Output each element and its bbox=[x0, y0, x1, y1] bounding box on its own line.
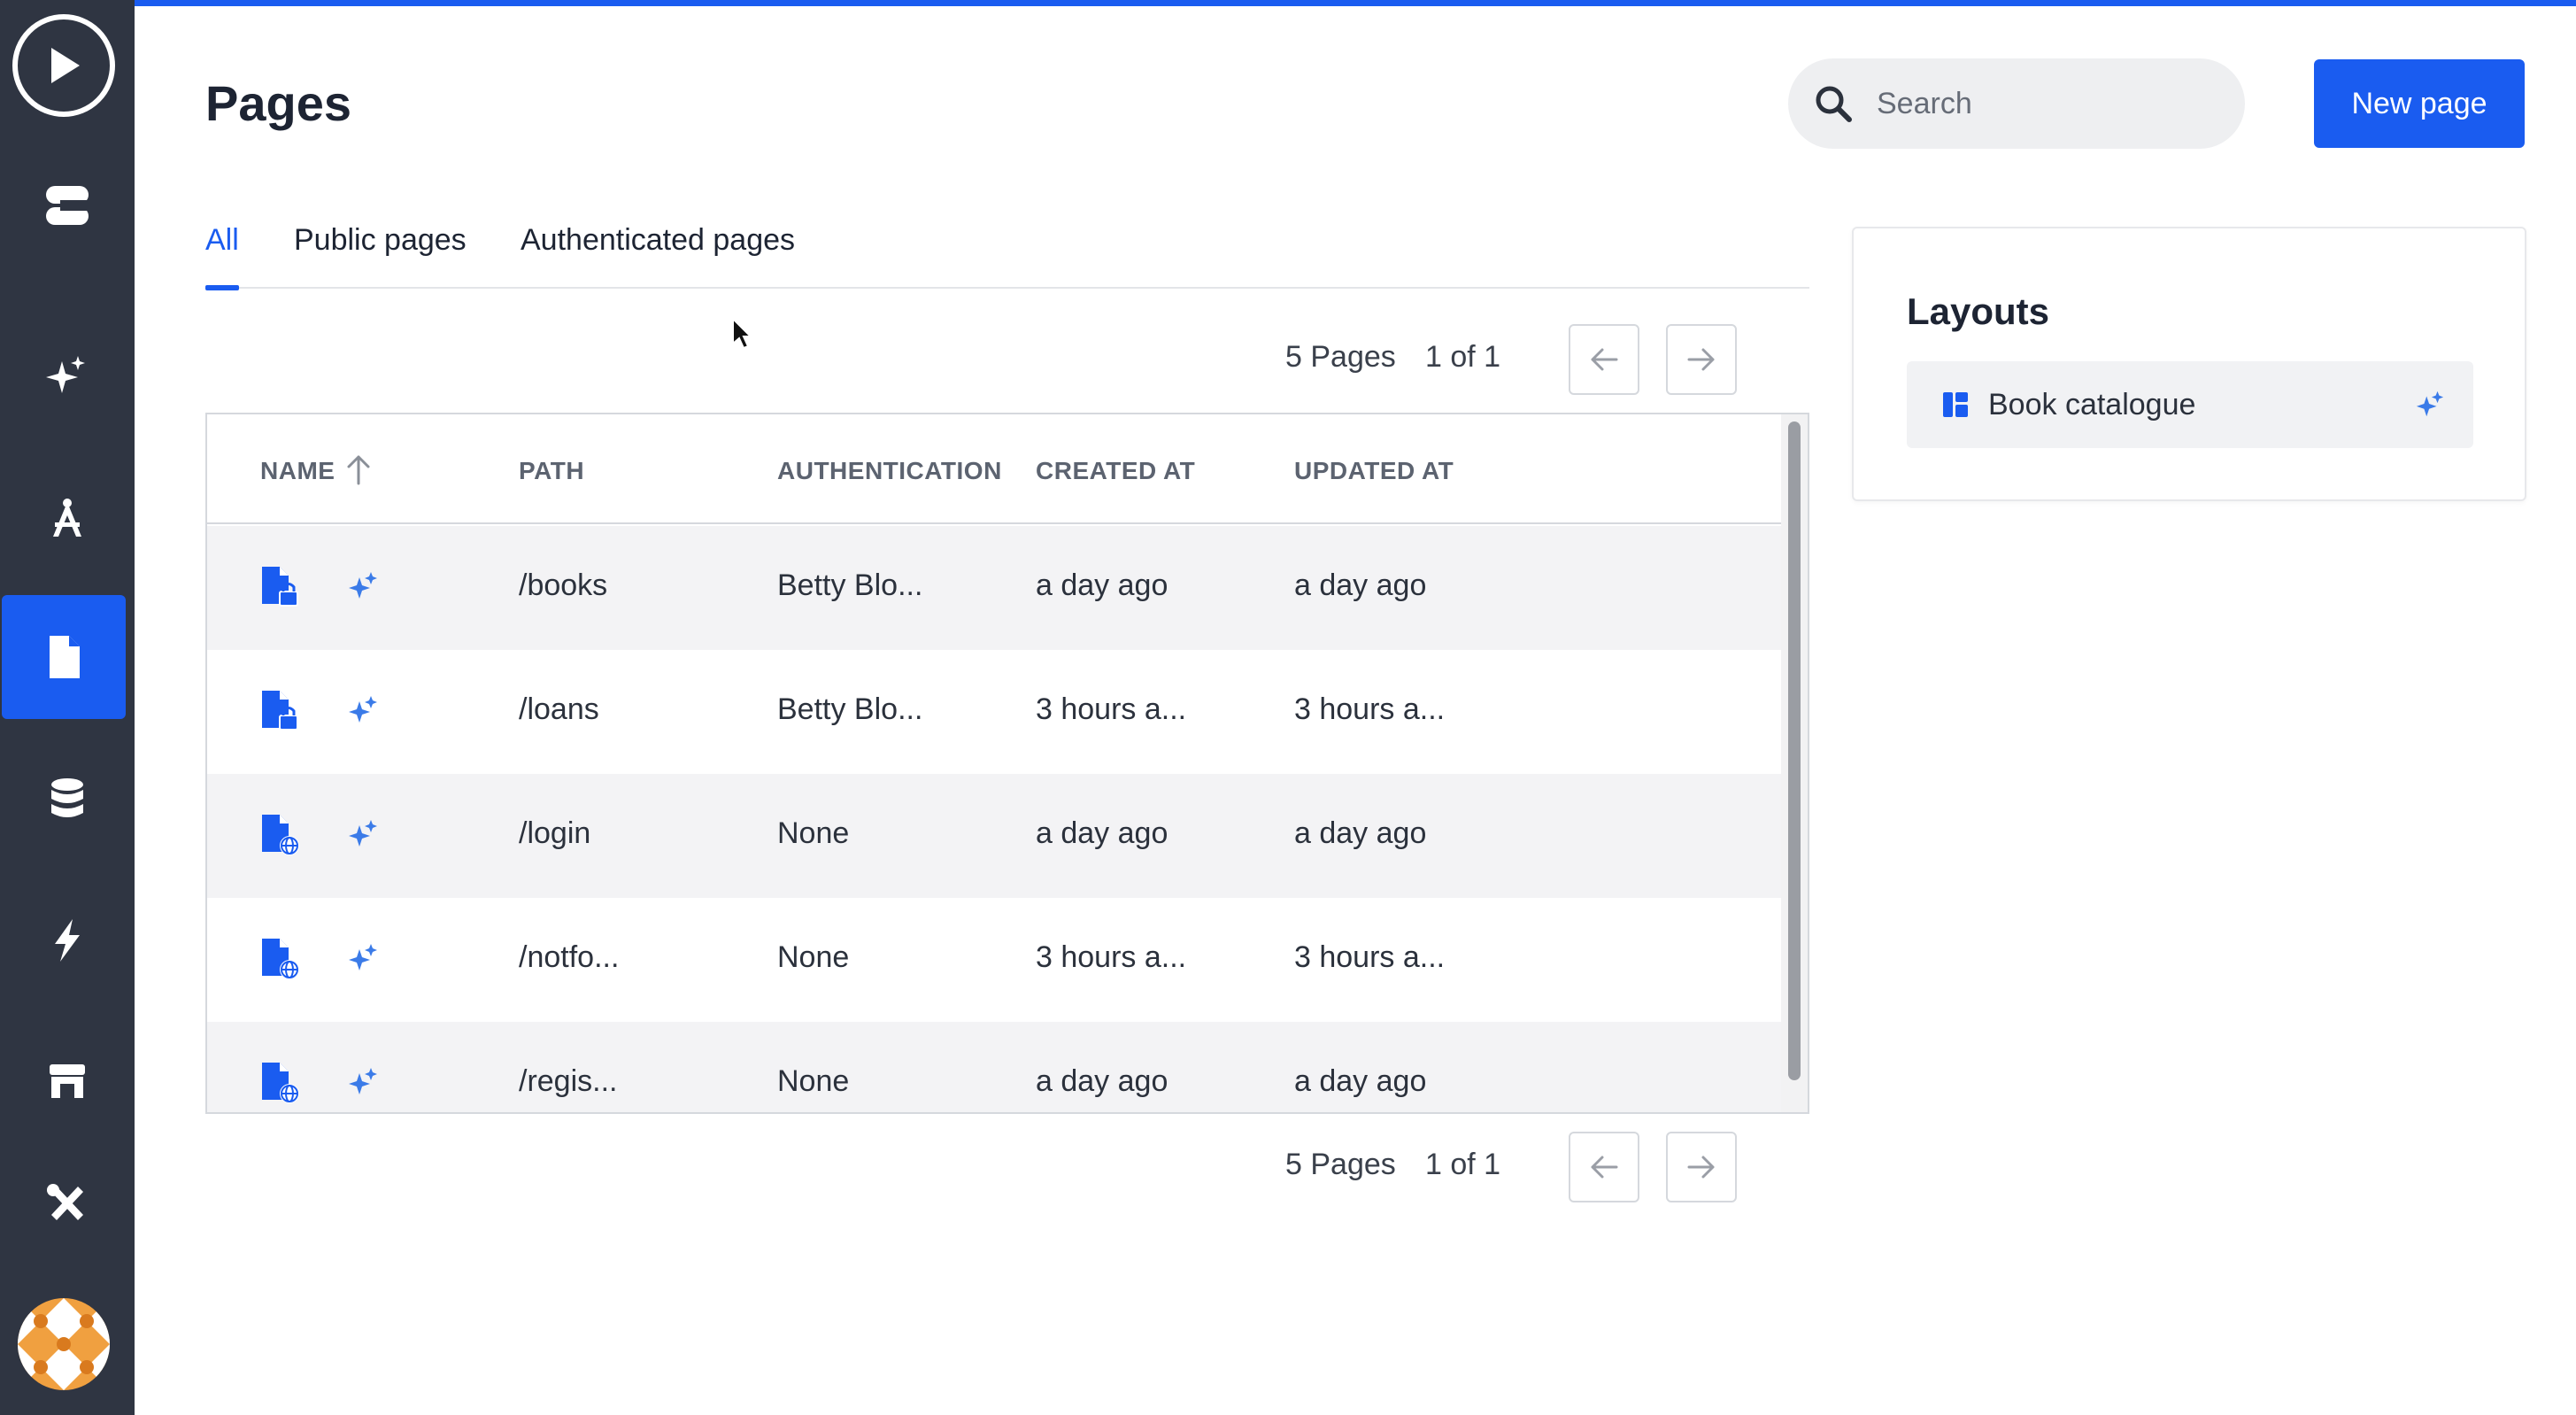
page-lock-icon bbox=[262, 567, 298, 607]
table-row[interactable]: /loans Betty Blo... 3 hours a... 3 hours… bbox=[207, 650, 1781, 774]
sidebar-item-ai[interactable] bbox=[0, 313, 135, 437]
pager-bottom: 5 Pages 1 of 1 bbox=[1285, 1132, 1737, 1202]
pages-table: NAME PATH AUTHENTICATION CREATED AT UPDA… bbox=[205, 413, 1809, 1114]
cell-authentication: None bbox=[777, 1064, 850, 1098]
user-avatar-icon bbox=[18, 1298, 110, 1390]
cell-path: /login bbox=[519, 816, 591, 850]
arrow-left-icon bbox=[1591, 348, 1618, 371]
cell-created-at: a day ago bbox=[1036, 1064, 1168, 1098]
tools-icon bbox=[47, 1184, 83, 1220]
arrow-right-icon bbox=[1687, 348, 1715, 371]
cell-path: /notfo... bbox=[519, 940, 620, 974]
page-globe-icon bbox=[262, 815, 299, 855]
play-icon bbox=[51, 48, 80, 83]
sidebar-item-design[interactable] bbox=[0, 455, 135, 579]
sidebar-item-store[interactable] bbox=[0, 1020, 135, 1144]
sidebar bbox=[0, 0, 135, 1415]
avatar[interactable] bbox=[18, 1298, 110, 1390]
page-position: 1 of 1 bbox=[1425, 340, 1501, 374]
sparkle-icon[interactable] bbox=[347, 570, 379, 602]
sidebar-item-actions[interactable] bbox=[0, 878, 135, 1002]
store-icon bbox=[50, 1064, 85, 1098]
cell-created-at: a day ago bbox=[1036, 568, 1168, 602]
table-row[interactable]: /login None a day ago a day ago bbox=[207, 774, 1781, 898]
sidebar-item-pages[interactable] bbox=[2, 595, 126, 719]
previous-page-button[interactable] bbox=[1569, 1132, 1639, 1202]
column-header-authentication[interactable]: AUTHENTICATION bbox=[777, 457, 1002, 485]
layouts-title: Layouts bbox=[1907, 290, 2050, 332]
cell-authentication: Betty Blo... bbox=[777, 692, 923, 726]
sort-ascending-icon[interactable] bbox=[345, 453, 372, 485]
new-page-button[interactable]: New page bbox=[2314, 59, 2525, 148]
cell-updated-at: a day ago bbox=[1294, 816, 1427, 850]
sparkle-icon[interactable] bbox=[2415, 390, 2445, 420]
cell-created-at: a day ago bbox=[1036, 816, 1168, 850]
sidebar-item-tools[interactable] bbox=[0, 1142, 135, 1266]
cell-authentication: None bbox=[777, 940, 850, 974]
search-icon bbox=[1816, 86, 1852, 122]
tab-public-pages[interactable]: Public pages bbox=[294, 223, 467, 289]
cell-updated-at: 3 hours a... bbox=[1294, 940, 1446, 974]
search-box[interactable] bbox=[1788, 58, 2245, 149]
layouts-panel: Layouts Book catalogue bbox=[1852, 227, 2526, 501]
lightning-icon bbox=[55, 919, 80, 962]
scrollbar-thumb[interactable] bbox=[1788, 421, 1801, 1080]
cell-authentication: None bbox=[777, 816, 850, 850]
cell-updated-at: 3 hours a... bbox=[1294, 692, 1446, 726]
sparkle-icon[interactable] bbox=[347, 694, 379, 726]
next-page-button[interactable] bbox=[1666, 1132, 1737, 1202]
cell-created-at: 3 hours a... bbox=[1036, 692, 1187, 726]
column-header-path[interactable]: PATH bbox=[519, 457, 584, 485]
cell-updated-at: a day ago bbox=[1294, 568, 1427, 602]
arrow-left-icon bbox=[1591, 1156, 1618, 1179]
previous-page-button[interactable] bbox=[1569, 324, 1639, 395]
layout-item-label: Book catalogue bbox=[1988, 388, 2196, 421]
cell-path: /books bbox=[519, 568, 608, 602]
page-position: 1 of 1 bbox=[1425, 1148, 1501, 1181]
page-icon bbox=[50, 636, 80, 678]
compass-icon bbox=[53, 499, 81, 537]
cell-created-at: 3 hours a... bbox=[1036, 940, 1187, 974]
sidebar-item-app[interactable] bbox=[0, 143, 135, 267]
column-header-created-at[interactable]: CREATED AT bbox=[1036, 457, 1195, 485]
table-header: NAME PATH AUTHENTICATION CREATED AT UPDA… bbox=[207, 414, 1781, 524]
page-count: 5 Pages bbox=[1285, 340, 1396, 374]
layout-item-book-catalogue[interactable]: Book catalogue bbox=[1907, 361, 2473, 448]
table-row[interactable]: /notfo... None 3 hours a... 3 hours a... bbox=[207, 898, 1781, 1022]
page-filter-tabs: All Public pages Authenticated pages bbox=[205, 223, 1809, 290]
sparkle-icon bbox=[46, 356, 85, 393]
sparkle-icon[interactable] bbox=[347, 1066, 379, 1098]
cell-authentication: Betty Blo... bbox=[777, 568, 923, 602]
play-button[interactable] bbox=[12, 14, 115, 117]
cell-path: /regis... bbox=[519, 1064, 618, 1098]
sidebar-item-data[interactable] bbox=[0, 737, 135, 861]
tab-all[interactable]: All bbox=[205, 223, 239, 290]
arrow-right-icon bbox=[1687, 1156, 1715, 1179]
sparkle-icon[interactable] bbox=[347, 942, 379, 974]
page-globe-icon bbox=[262, 939, 299, 979]
table-row[interactable]: /regis... None a day ago a day ago bbox=[207, 1022, 1781, 1112]
page-count: 5 Pages bbox=[1285, 1148, 1396, 1181]
mouse-cursor-icon bbox=[732, 317, 752, 350]
sparkle-icon[interactable] bbox=[347, 818, 379, 850]
page-lock-icon bbox=[262, 691, 298, 731]
app-icon bbox=[46, 186, 89, 225]
top-accent-bar bbox=[135, 0, 2576, 6]
column-header-name[interactable]: NAME bbox=[260, 457, 335, 485]
table-row[interactable]: /books Betty Blo... a day ago a day ago bbox=[207, 526, 1781, 650]
tab-authenticated-pages[interactable]: Authenticated pages bbox=[521, 223, 795, 289]
cell-path: /loans bbox=[519, 692, 599, 726]
database-icon bbox=[51, 778, 83, 817]
search-input[interactable] bbox=[1877, 76, 2222, 131]
table-scrollbar[interactable] bbox=[1781, 414, 1808, 1112]
page-title: Pages bbox=[205, 75, 351, 131]
pager-top: 5 Pages 1 of 1 bbox=[1285, 324, 1737, 395]
page-globe-icon bbox=[262, 1063, 299, 1103]
column-header-updated-at[interactable]: UPDATED AT bbox=[1294, 457, 1454, 485]
layout-icon bbox=[1943, 392, 1968, 417]
next-page-button[interactable] bbox=[1666, 324, 1737, 395]
cell-updated-at: a day ago bbox=[1294, 1064, 1427, 1098]
